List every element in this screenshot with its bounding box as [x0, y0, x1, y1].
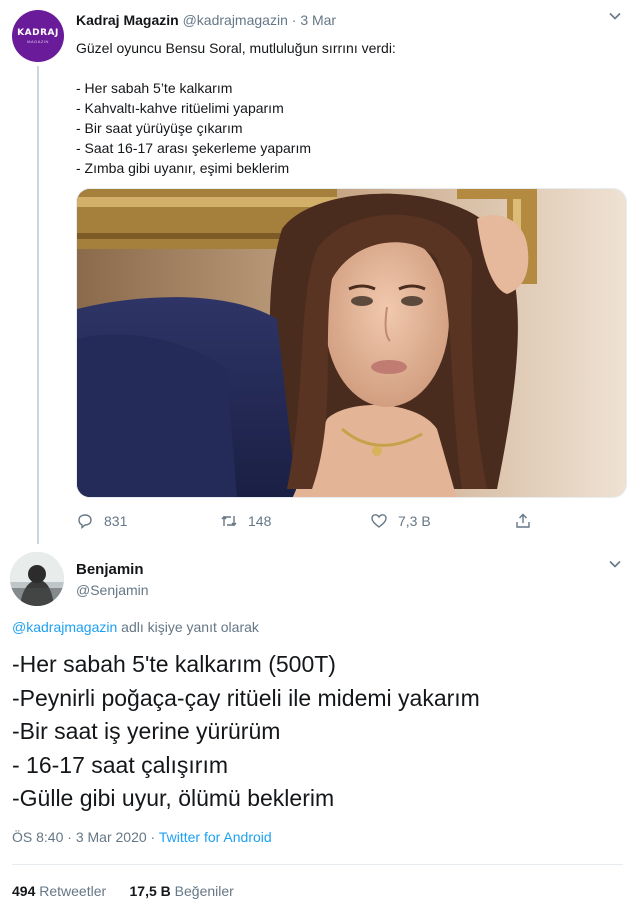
source-link[interactable]: Twitter for Android — [159, 829, 272, 845]
retweets-stat[interactable]: 494 Retweetler — [12, 883, 106, 899]
tweet-line — [76, 58, 616, 78]
retweet-action[interactable]: 148 — [220, 512, 271, 530]
header-separator: · — [291, 12, 297, 28]
meta-separator: · — [63, 829, 76, 845]
author-handle[interactable]: @kadrajmagazin — [183, 12, 288, 28]
like-total: 17,5 B — [129, 883, 171, 899]
benjamin-avatar[interactable] — [10, 552, 64, 606]
kadraj-logo: KADRAJ — [17, 28, 59, 38]
reply-to-text: adlı kişiye yanıt olarak — [117, 619, 259, 635]
share-icon — [516, 513, 530, 528]
like-count: 7,3 B — [398, 513, 431, 529]
like-action[interactable]: 7,3 B — [370, 512, 431, 530]
meta-separator: · — [146, 829, 159, 845]
like-label: Beğeniler — [174, 883, 234, 899]
reply-line: -Peynirli poğaça-çay ritüeli ile midemi … — [12, 684, 480, 711]
reply-action[interactable]: 831 — [76, 512, 127, 530]
retweet-label: Retweetler — [39, 883, 107, 899]
heart-icon — [371, 514, 387, 528]
replying-to: @kadrajmagazin adlı kişiye yanıt olarak — [12, 619, 259, 635]
reply-to-link[interactable]: @kadrajmagazin — [12, 619, 117, 635]
reply-text: -Her sabah 5'te kalkarım (500T) -Peynirl… — [12, 648, 480, 816]
reply-date[interactable]: 3 Mar 2020 — [76, 829, 147, 845]
tweet-text: Güzel oyuncu Bensu Soral, mutluluğun sır… — [76, 38, 616, 178]
tweet-photo[interactable] — [76, 188, 627, 498]
tweet-line: Güzel oyuncu Bensu Soral, mutluluğun sır… — [76, 40, 396, 56]
reply-author-name[interactable]: Benjamin — [76, 561, 144, 578]
retweet-count: 148 — [248, 513, 272, 529]
chevron-down-icon[interactable] — [608, 9, 622, 26]
reply-time[interactable]: ÖS 8:40 — [12, 829, 63, 845]
thread-line — [37, 66, 39, 544]
tweet-meta: ÖS 8:40 · 3 Mar 2020 · Twitter for Andro… — [12, 829, 272, 845]
tweet-date[interactable]: 3 Mar — [300, 12, 336, 28]
divider — [12, 864, 623, 865]
tweet-line: - Kahvaltı-kahve ritüelimi yaparım — [76, 100, 284, 116]
reply-line: -Bir saat iş yerine yürürüm — [12, 718, 281, 744]
reply-icon — [78, 514, 92, 529]
tweet-stats: 494 Retweetler 17,5 B Beğeniler — [12, 883, 234, 899]
reply-count: 831 — [104, 513, 128, 529]
author-name[interactable]: Kadraj Magazin — [76, 12, 179, 28]
chevron-down-icon[interactable] — [608, 557, 622, 574]
share-action[interactable] — [514, 512, 542, 530]
likes-stat[interactable]: 17,5 B Beğeniler — [130, 883, 234, 899]
tweet-line: - Saat 16-17 arası şekerleme yaparım — [76, 140, 311, 156]
reply-line: -Her sabah 5'te kalkarım (500T) — [12, 651, 336, 677]
kadraj-avatar[interactable]: KADRAJ MAGAZIN — [12, 10, 64, 62]
tweet-header: Kadraj Magazin @kadrajmagazin · 3 Mar — [76, 12, 336, 28]
reply-line: -Gülle gibi uyur, ölümü beklerim — [12, 785, 335, 811]
retweet-total: 494 — [12, 883, 36, 899]
reply-line: - 16-17 saat çalışırım — [12, 751, 229, 778]
tweet-line: - Zımba gibi uyanır, eşimi beklerim — [76, 160, 290, 176]
tweet-line: - Bir saat yürüyüşe çıkarım — [76, 120, 243, 136]
kadraj-logo-sub: MAGAZIN — [27, 39, 49, 44]
tweet-line: - Her sabah 5’te kalkarım — [76, 80, 233, 96]
reply-author-handle[interactable]: @Senjamin — [76, 582, 149, 598]
retweet-icon — [221, 515, 237, 527]
